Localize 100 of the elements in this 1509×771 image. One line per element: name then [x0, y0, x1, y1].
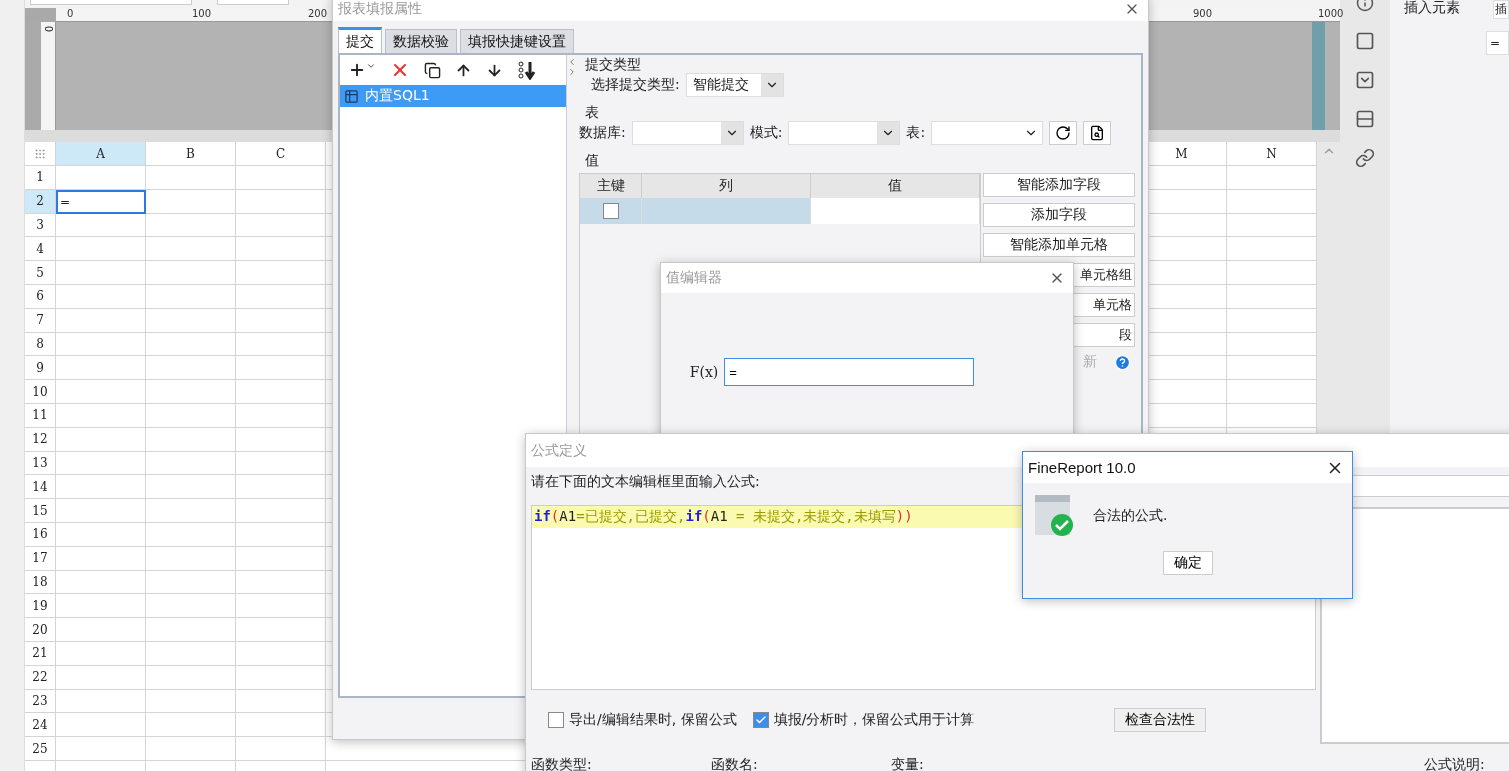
table-cell[interactable] — [236, 665, 326, 690]
row-header[interactable]: 1 — [25, 166, 56, 190]
table-cell[interactable] — [146, 665, 236, 690]
formula-button[interactable]: F(x) — [689, 364, 719, 380]
table-cell[interactable] — [236, 546, 326, 571]
row-header[interactable]: 12 — [25, 427, 56, 452]
row-header[interactable]: 17 — [25, 546, 56, 571]
row-header[interactable]: 15 — [25, 499, 56, 523]
row-header[interactable]: 10 — [25, 380, 56, 404]
table-cell[interactable] — [56, 213, 146, 238]
table-cell[interactable] — [1227, 261, 1317, 285]
action-button[interactable]: 添加字段 — [983, 203, 1135, 227]
ok-button[interactable]: 确定 — [1162, 551, 1213, 575]
table-cell[interactable] — [56, 237, 146, 262]
value-field[interactable]: = — [724, 358, 975, 386]
row-header[interactable]: 18 — [25, 570, 56, 595]
table-cell[interactable] — [146, 166, 236, 190]
table-cell[interactable] — [56, 546, 146, 571]
toolbar-field[interactable] — [30, 0, 192, 5]
table-cell[interactable] — [146, 641, 236, 666]
table-cell[interactable] — [146, 594, 236, 619]
row-header[interactable]: 6 — [25, 285, 56, 309]
table-cell[interactable] — [146, 713, 236, 738]
table-cell[interactable] — [1227, 237, 1317, 262]
table-cell[interactable] — [146, 261, 236, 285]
column-header[interactable]: C — [236, 142, 326, 166]
tab[interactable]: 提交 — [338, 27, 382, 53]
table-cell[interactable] — [146, 332, 236, 357]
table-cell[interactable] — [1227, 166, 1317, 190]
table-cell[interactable] — [56, 427, 146, 452]
table-cell[interactable] — [146, 285, 236, 309]
table-cell[interactable] — [1227, 380, 1317, 404]
row-header[interactable]: 24 — [25, 713, 56, 738]
table-cell[interactable] — [236, 570, 326, 595]
table-cell[interactable] — [236, 427, 326, 452]
table-cell[interactable] — [236, 737, 326, 761]
table-cell[interactable] — [1227, 213, 1317, 238]
dropdown[interactable] — [931, 121, 1044, 145]
table-cell[interactable] — [236, 166, 326, 190]
row-header[interactable]: 5 — [25, 261, 56, 285]
table-cell[interactable] — [1227, 285, 1317, 309]
table-cell[interactable] — [1227, 189, 1317, 214]
table-cell[interactable] — [236, 522, 326, 547]
table-cell[interactable] — [146, 570, 236, 595]
table-cell[interactable] — [56, 737, 146, 761]
table-cell[interactable] — [236, 499, 326, 523]
check-button[interactable]: 检查合法性 — [1114, 708, 1206, 732]
table-cell[interactable] — [56, 166, 146, 190]
table-cell[interactable] — [146, 237, 236, 262]
dropdown[interactable]: 智能提交 — [685, 73, 784, 97]
copy-icon[interactable] — [424, 61, 441, 79]
row-header[interactable]: 20 — [25, 618, 56, 642]
row-header[interactable]: 14 — [25, 475, 56, 500]
table-cell[interactable] — [236, 451, 326, 476]
table-cell[interactable] — [236, 713, 326, 738]
dropdown[interactable] — [631, 121, 744, 145]
column-header[interactable]: N — [1227, 142, 1317, 166]
table-cell[interactable] — [236, 380, 326, 404]
table-cell[interactable] — [56, 332, 146, 357]
table-cell[interactable] — [146, 546, 236, 571]
table-cell[interactable] — [236, 261, 326, 285]
table-cell[interactable] — [236, 237, 326, 262]
table-cell[interactable] — [236, 213, 326, 238]
checkbox[interactable] — [602, 203, 619, 219]
row-header[interactable]: 8 — [25, 332, 56, 357]
select-all-icon[interactable] — [25, 142, 56, 166]
row-header[interactable]: 7 — [25, 308, 56, 333]
table-cell[interactable] — [56, 570, 146, 595]
table-cell[interactable] — [236, 594, 326, 619]
row-header[interactable]: 2 — [25, 189, 56, 214]
value-field[interactable]: = — [1486, 31, 1509, 55]
table-cell[interactable] — [146, 689, 236, 714]
table-cell[interactable] — [146, 475, 236, 500]
table-cell[interactable] — [56, 641, 146, 666]
column-header[interactable]: A — [56, 142, 146, 166]
row-header[interactable]: 22 — [25, 665, 56, 690]
table-cell[interactable] — [146, 618, 236, 642]
table-cell[interactable] — [56, 499, 146, 523]
row-header[interactable]: 19 — [25, 594, 56, 619]
action-button[interactable]: 智能添加单元格 — [983, 233, 1135, 257]
table-cell[interactable] — [146, 737, 236, 761]
table-cell[interactable] — [56, 594, 146, 619]
table-cell[interactable] — [146, 451, 236, 476]
checkbox[interactable] — [548, 712, 564, 728]
table-cell[interactable] — [146, 403, 236, 428]
table-cell[interactable] — [56, 308, 146, 333]
table-cell[interactable] — [56, 713, 146, 738]
table-cell[interactable] — [146, 522, 236, 547]
table-cell[interactable] — [1227, 332, 1317, 357]
table-cell[interactable] — [236, 356, 326, 381]
checkbox[interactable] — [752, 712, 769, 728]
row-header[interactable]: 25 — [25, 737, 56, 761]
row-header[interactable]: 13 — [25, 451, 56, 476]
table-cell[interactable] — [236, 689, 326, 714]
row-header[interactable]: 3 — [25, 213, 56, 238]
table-cell[interactable] — [56, 356, 146, 381]
table-cell[interactable] — [236, 403, 326, 428]
table-cell[interactable] — [56, 380, 146, 404]
expand-icon[interactable] — [567, 67, 577, 77]
toolbar-field[interactable] — [217, 0, 289, 5]
